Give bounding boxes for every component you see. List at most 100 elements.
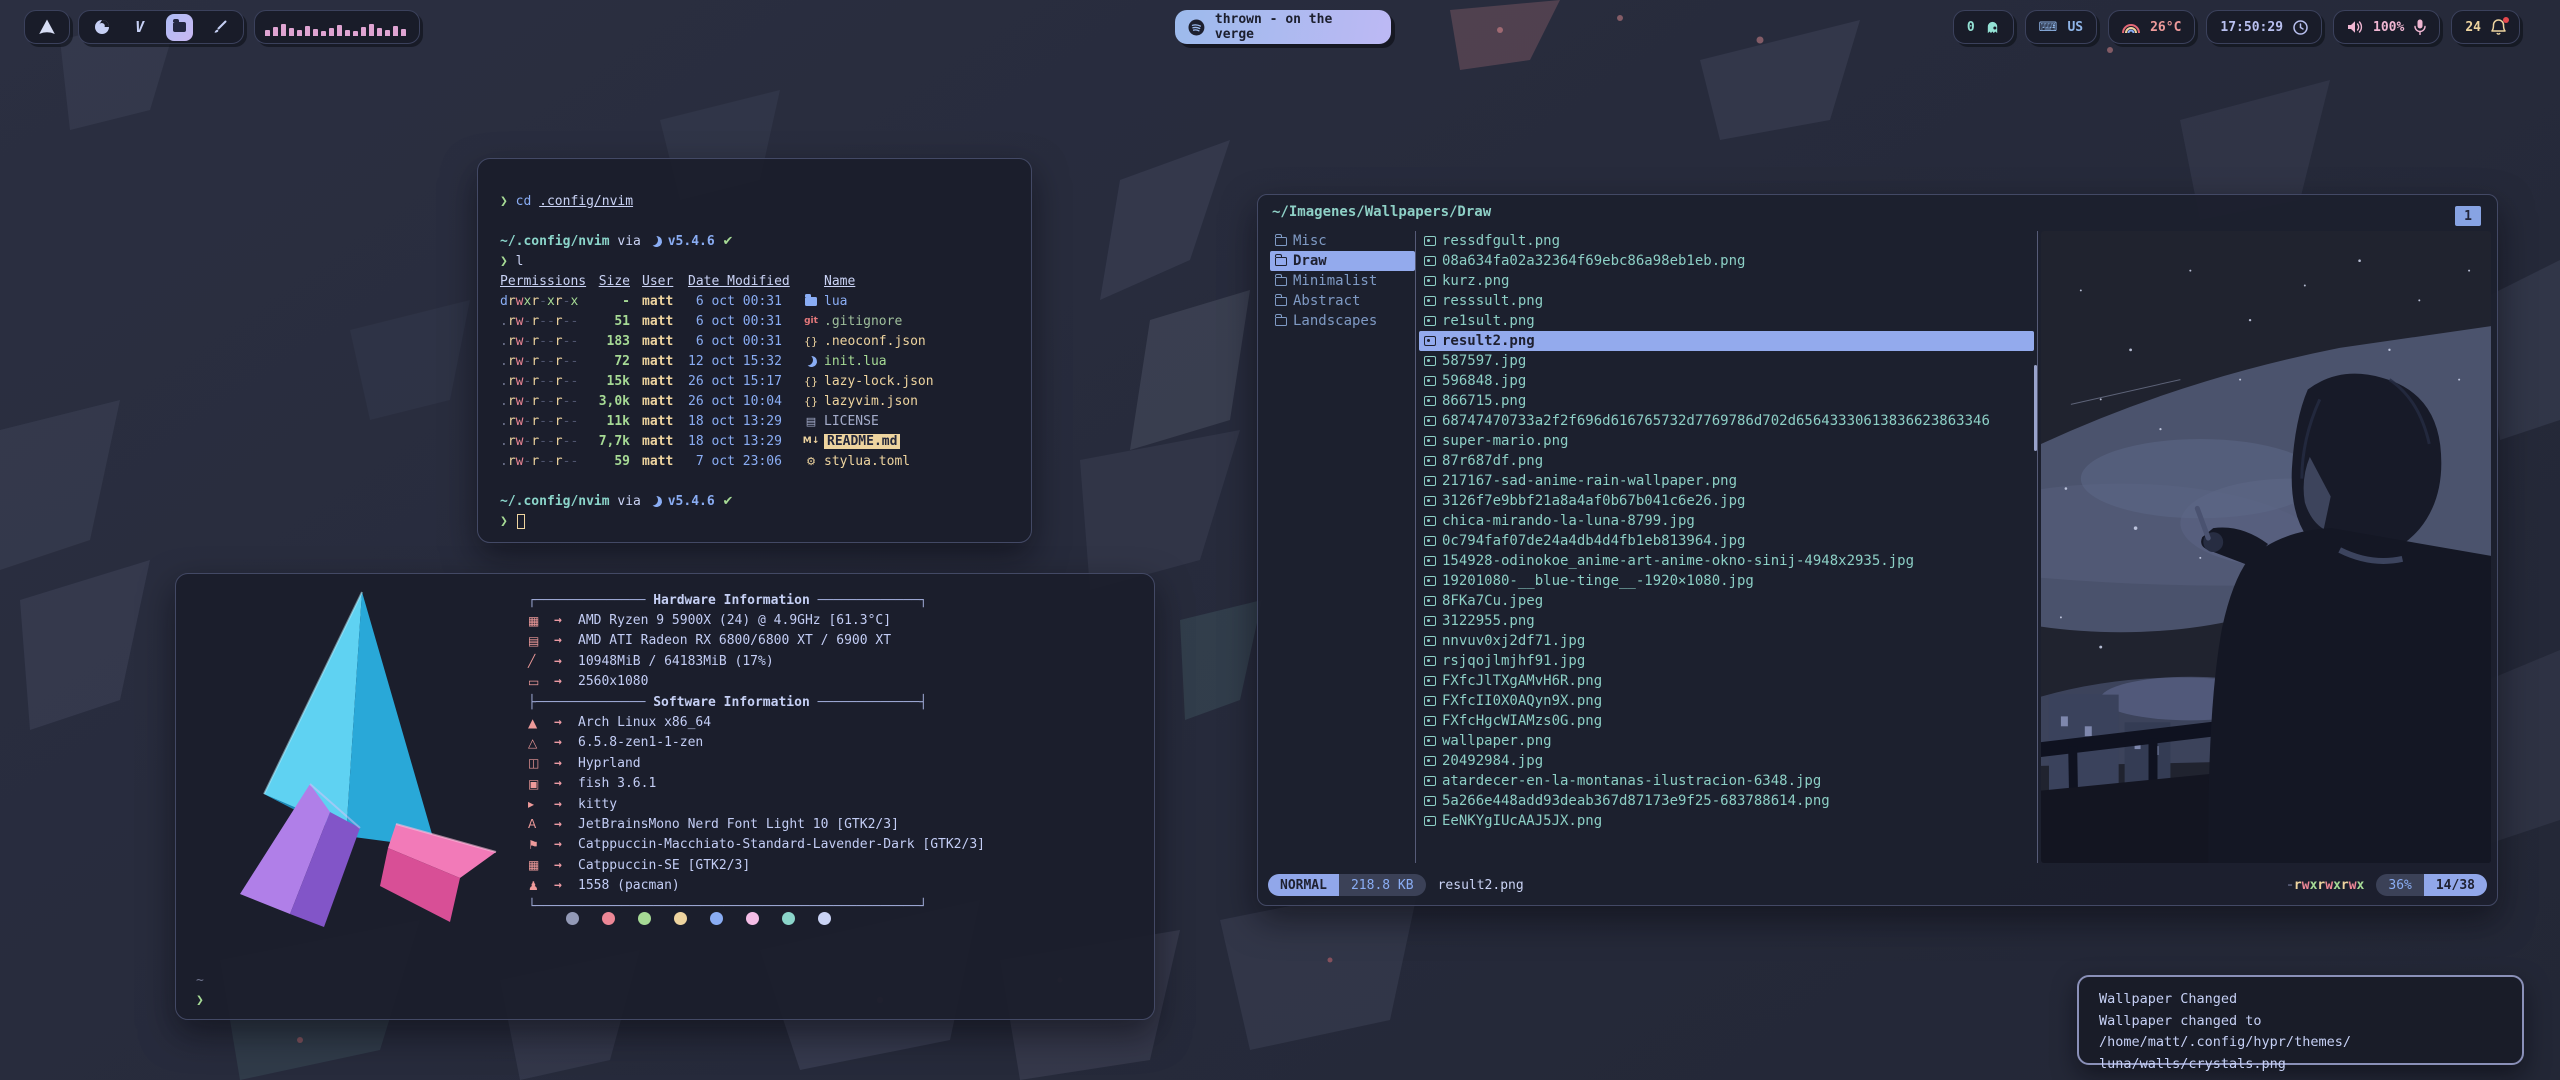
file-item[interactable]: wallpaper.png (1419, 731, 2034, 751)
keyboard-layout-module[interactable]: ⌨ US (2025, 10, 2097, 44)
file-item[interactable]: nnvuv0xj2df71.jpg (1419, 631, 2034, 651)
file-item[interactable]: 3122955.png (1419, 611, 2034, 631)
file-item[interactable]: 217167-sad-anime-rain-wallpaper.png (1419, 471, 2034, 491)
file-item[interactable]: super-mario.png (1419, 431, 2034, 451)
fm-file-list: ressdfgult.png08a634fa02a32364f69ebc86a9… (1419, 231, 2034, 863)
file-item[interactable]: 5a266e448add93deab367d87173e9f25-6837886… (1419, 791, 2034, 811)
tab-badge[interactable]: 1 (2455, 206, 2481, 226)
ls-header: Permissions Size User Date Modified Name (500, 271, 1009, 291)
firefox-icon[interactable] (91, 16, 113, 38)
file-item[interactable]: re1sult.png (1419, 311, 2034, 331)
file-item[interactable]: result2.png (1419, 331, 2034, 351)
sidebar-folder-minimalist[interactable]: Minimalist (1270, 271, 1415, 291)
image-file-icon (1424, 596, 1436, 606)
dock: V (78, 10, 244, 44)
packages-icon: ♟ (528, 879, 554, 893)
terminal-icon: ▸ (528, 797, 554, 811)
file-item[interactable]: 19201080-__blue-tinge__-1920×1080.jpg (1419, 571, 2034, 591)
file-item[interactable]: FXfcII0X0AQyn9X.png (1419, 691, 2034, 711)
toml-file-icon: ⚙ (802, 455, 820, 468)
file-item[interactable]: ressdfgult.png (1419, 231, 2034, 251)
file-item[interactable]: 20492984.jpg (1419, 751, 2034, 771)
terminal-window[interactable]: ❯ cd .config/nvim ~/.config/nvim via v5.… (477, 158, 1032, 543)
prompt-path: ~ (196, 970, 204, 990)
clock-module[interactable]: 17:50:29 (2206, 10, 2322, 44)
file-size-badge: 218.8 KB (1339, 874, 1426, 896)
file-item[interactable]: kurz.png (1419, 271, 2034, 291)
file-item[interactable]: 0c794faf07de24a4db4d4fb1eb813964.jpg (1419, 531, 2034, 551)
keyboard-icon: ⌨ (2039, 20, 2058, 35)
updates-module[interactable]: 0 (1953, 10, 2014, 44)
sidebar-folder-abstract[interactable]: Abstract (1270, 291, 1415, 311)
git-file-icon: git (802, 316, 820, 326)
palette-dot (746, 912, 759, 925)
file-item[interactable]: FXfcHgcWIAMzs0G.png (1419, 711, 2034, 731)
file-item[interactable]: resssult.png (1419, 291, 2034, 311)
color-palette (566, 912, 831, 925)
file-item[interactable]: FXfcJlTXgAMvH6R.png (1419, 671, 2034, 691)
fetch-terminal-window[interactable]: ┌────────────── Hardware Information ───… (175, 573, 1155, 1020)
notification-popup[interactable]: Wallpaper Changed Wallpaper changed to /… (2077, 975, 2524, 1065)
now-playing-widget[interactable]: thrown - on the verge (1175, 10, 1391, 44)
folder-open-icon (1275, 297, 1287, 306)
file-item[interactable]: EeNKYgIUcAAJ5JX.png (1419, 811, 2034, 831)
file-item[interactable]: 08a634fa02a32364f69ebc86a98eb1eb.png (1419, 251, 2034, 271)
theme-icon: ▦ (528, 858, 554, 872)
file-item[interactable]: chica-mirando-la-luna-8799.jpg (1419, 511, 2034, 531)
resolution-icon: ▭ (528, 675, 554, 689)
image-file-icon (1424, 736, 1436, 746)
file-item[interactable]: 3126f7e9bbf21a8a4af0b67b041c6e26.jpg (1419, 491, 2034, 511)
font-icon: A (528, 817, 554, 831)
fetch-row: ▦→AMD Ryzen 9 5900X (24) @ 4.9GHz [61.3°… (528, 610, 1140, 630)
image-file-icon (1424, 376, 1436, 386)
file-item[interactable]: 587597.jpg (1419, 351, 2034, 371)
app-launcher-button[interactable] (24, 10, 70, 44)
file-manager-window[interactable]: ~/Imagenes/Wallpapers/Draw 1 MiscDrawMin… (1257, 194, 2498, 906)
file-item[interactable]: 87r687df.png (1419, 451, 2034, 471)
sidebar-folder-landscapes[interactable]: Landscapes (1270, 311, 1415, 331)
vim-icon[interactable]: V (129, 16, 151, 38)
cpu-icon: ▦ (528, 614, 554, 628)
file-manager-icon[interactable] (166, 14, 193, 41)
brush-icon[interactable] (209, 16, 231, 38)
crystals-logo (194, 586, 504, 931)
audio-module[interactable]: 100% (2333, 10, 2440, 44)
file-item[interactable]: 8FKa7Cu.jpeg (1419, 591, 2034, 611)
fm-status-bar: NORMAL 218.8 KB result2.png -rwxrwxrwx 3… (1268, 873, 2487, 897)
column-divider (2037, 231, 2038, 863)
palette-dot (782, 912, 795, 925)
image-file-icon (1424, 676, 1436, 686)
fetch-prompt[interactable]: ~ ❯ (196, 970, 204, 1010)
sidebar-folder-misc[interactable]: Misc (1270, 231, 1415, 251)
file-item[interactable]: atardecer-en-la-montanas-ilustracion-634… (1419, 771, 2034, 791)
terminal-context-line: ~/.config/nvim via v5.4.6 ✔ (500, 231, 1009, 251)
notification-body: luna/walls/crystals.png (2099, 1054, 2502, 1076)
scroll-percent-badge: 36% (2376, 874, 2423, 896)
preview-image (2041, 231, 2491, 863)
song-title: thrown - on the verge (1215, 12, 1378, 42)
ls-row: .rw-r--r--15kmatt26 oct 15:17{}lazy-lock… (500, 371, 1009, 391)
image-file-icon (1424, 396, 1436, 406)
notification-dot (2503, 17, 2509, 23)
image-file-icon (1424, 816, 1436, 826)
file-item[interactable]: 154928-odinokoe_anime-art-anime-okno-sin… (1419, 551, 2034, 571)
arch-icon (38, 19, 56, 35)
terminal-prompt[interactable]: ❯ (500, 511, 1009, 531)
notification-body: Wallpaper changed to /home/matt/.config/… (2099, 1011, 2502, 1054)
image-file-icon (1424, 256, 1436, 266)
spotify-icon (1188, 19, 1205, 36)
notifications-module[interactable]: 24 (2451, 10, 2520, 44)
terminal-command-line: ❯ l (500, 251, 1009, 271)
image-file-icon (1424, 356, 1436, 366)
palette-dot (602, 912, 615, 925)
file-item[interactable]: 866715.png (1419, 391, 2034, 411)
sidebar-folder-draw[interactable]: Draw (1270, 251, 1415, 271)
weather-module[interactable]: 26°C (2108, 10, 2195, 44)
file-item[interactable]: rsjqojlmjhf91.jpg (1419, 651, 2034, 671)
position-badge: 14/38 (2424, 874, 2487, 896)
ls-row: .rw-r--r--183matt 6 oct 00:31{}.neoconf.… (500, 331, 1009, 351)
file-item[interactable]: 68747470733a2f2f696d616765732d7769786d70… (1419, 411, 2034, 431)
image-file-icon (1424, 436, 1436, 446)
fetch-row: ♟→1558 (pacman) (528, 875, 1140, 895)
file-item[interactable]: 596848.jpg (1419, 371, 2034, 391)
